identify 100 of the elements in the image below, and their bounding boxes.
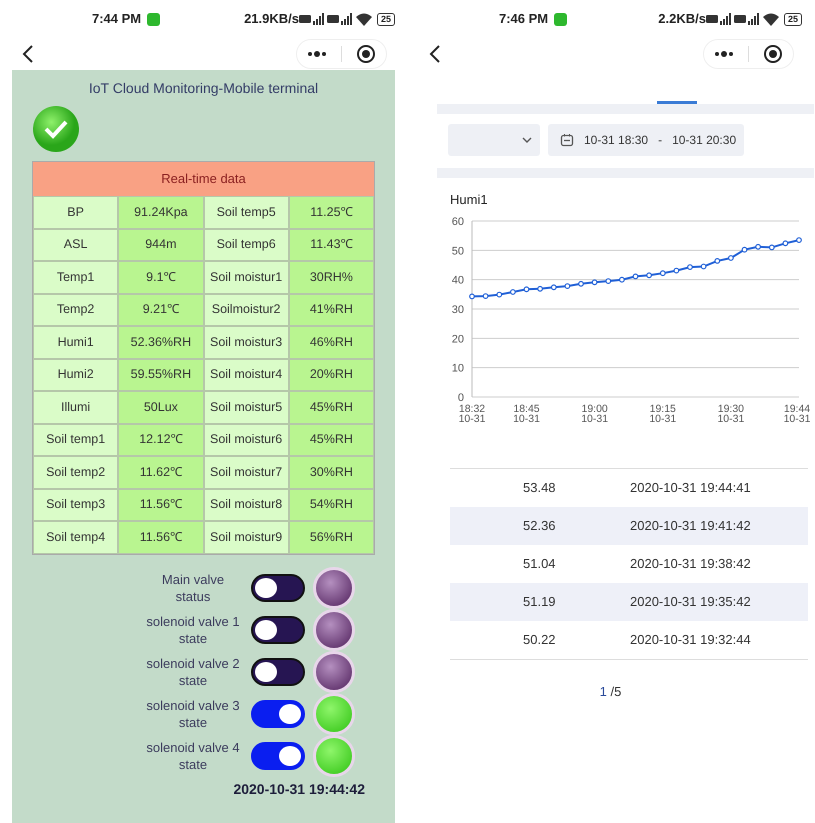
y-tick-label: 50 [452, 244, 464, 257]
value-cell: 944m [118, 228, 204, 261]
label-cell: Soil moistur8 [204, 488, 289, 521]
page-number: 1 [600, 684, 607, 698]
value-cell: 59.55%RH [118, 358, 204, 391]
value-cell: 30%RH [288, 456, 374, 488]
label-cell: Soil moistur5 [204, 391, 289, 424]
label-cell: Temp1 [33, 261, 118, 294]
range-end: 10-31 20:30 [672, 132, 736, 149]
signal-icon [718, 13, 734, 25]
time-cell-text: 2020-10-31 19:35:42 [630, 592, 752, 611]
network-speed: 21.9KB/s [244, 10, 299, 28]
label-cell: Soil moistur7 [204, 456, 289, 488]
value-cell: 41%RH [288, 294, 374, 326]
time-cell-text: 2020-10-31 19:44:41 [630, 478, 752, 497]
data-point [660, 270, 666, 276]
label-cell: Soil moistur9 [204, 521, 289, 554]
close-icon[interactable] [763, 44, 783, 64]
value-cell: 9.21℃ [118, 294, 204, 326]
data-point [796, 236, 802, 242]
back-icon[interactable] [429, 44, 441, 64]
range-start: 10-31 18:30 [584, 132, 648, 149]
data-point [592, 278, 598, 285]
toggle-switch[interactable] [251, 700, 305, 728]
x-tick-label: 19:30 10-31 [717, 402, 744, 424]
valve-label: solenoid valve 2 state [145, 654, 241, 688]
data-point [755, 243, 761, 250]
toggle-switch[interactable] [251, 742, 305, 770]
signal-icon [310, 13, 327, 25]
label-cell: Soilmoistur2 [204, 294, 289, 326]
label-cell: Illumi [33, 391, 118, 424]
data-point [496, 291, 502, 297]
label-cell: Soil moistur6 [204, 424, 289, 456]
time-cell-text: 2020-10-31 19:41:42 [630, 516, 752, 535]
hd-icon [734, 14, 746, 24]
close-icon[interactable] [356, 44, 376, 64]
battery-level: 25 [376, 12, 395, 26]
label-cell: Soil moistur3 [204, 326, 289, 358]
x-tick-label: 19:15 10-31 [649, 402, 676, 424]
status-time: 7:44 PM [92, 10, 142, 28]
label-cell: Soil moistur4 [204, 358, 289, 391]
timestamp: 2020-10-31 19:44:42 [232, 780, 366, 798]
label-cell: Humi1 [33, 326, 118, 358]
chart-title: Humi1 [450, 191, 489, 209]
value-cell-text: 50.22 [522, 630, 557, 649]
value-cell: 11.56℃ [118, 488, 204, 521]
page-total: /5 [610, 684, 622, 698]
label-cell: Soil temp5 [204, 196, 289, 228]
wifi-icon [354, 12, 373, 26]
value-cell-text: 51.04 [522, 554, 557, 573]
label-cell: ASL [33, 228, 118, 261]
value-cell: 11.25℃ [288, 196, 374, 228]
hd-icon [706, 14, 718, 24]
app-notification-icon [147, 12, 160, 26]
table-header: Real-time data [33, 162, 374, 196]
data-point [768, 244, 775, 250]
signal-icon [338, 13, 355, 25]
value-cell: 54%RH [288, 488, 374, 521]
data-point [619, 276, 625, 282]
signal-icon [746, 13, 762, 25]
toggle-switch[interactable] [251, 658, 305, 686]
tab-indicator [657, 101, 697, 104]
back-icon[interactable] [22, 44, 34, 64]
more-icon[interactable] [714, 51, 734, 57]
data-point [687, 264, 693, 270]
label-cell: Temp2 [33, 294, 118, 326]
y-tick-label: 0 [458, 392, 464, 404]
x-tick-label: 19:44 10-31 [784, 402, 810, 424]
valve-label: Main valve status [160, 570, 226, 604]
data-point [524, 286, 530, 292]
value-cell: 46%RH [288, 326, 374, 358]
data-point [632, 273, 638, 279]
hd-icon [326, 14, 339, 24]
data-point [469, 293, 475, 299]
data-point [700, 263, 706, 269]
data-point [646, 272, 652, 278]
value-cell: 91.24Kpa [118, 196, 204, 228]
time-cell-text: 2020-10-31 19:38:42 [630, 554, 752, 573]
value-cell-text: 52.36 [522, 516, 557, 535]
toggle-switch[interactable] [251, 574, 305, 602]
x-tick-label: 18:45 10-31 [513, 402, 540, 424]
label-cell: Soil temp6 [204, 228, 289, 261]
value-cell: 11.62℃ [118, 456, 204, 488]
time-cell-text: 2020-10-31 19:32:44 [630, 630, 752, 649]
label-cell: Soil temp3 [33, 488, 118, 521]
data-point [728, 254, 734, 260]
data-point [564, 282, 570, 288]
calendar-icon [560, 133, 574, 147]
y-tick-label: 60 [452, 216, 464, 228]
label-cell: Soil temp4 [33, 521, 118, 554]
toggle-switch[interactable] [251, 616, 305, 644]
y-tick-label: 10 [452, 362, 464, 374]
value-cell-text: 51.19 [522, 592, 557, 611]
more-icon[interactable] [307, 51, 327, 57]
valve-label: solenoid valve 3 state [145, 696, 241, 730]
date-range-field[interactable]: 10-31 18:30 - 10-31 20:30 [548, 124, 744, 156]
data-point [742, 246, 748, 252]
label-cell: Soil temp1 [33, 424, 118, 456]
value-cell-text: 53.48 [522, 478, 557, 497]
value-cell: 45%RH [288, 424, 374, 456]
